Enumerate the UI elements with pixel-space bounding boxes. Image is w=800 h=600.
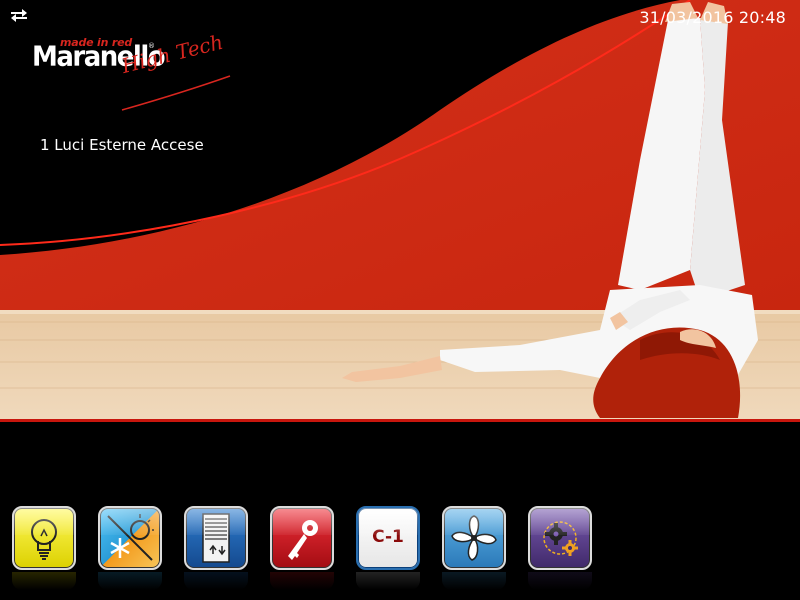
network-arrows-icon[interactable] xyxy=(10,8,28,22)
key-icon xyxy=(288,520,318,560)
scenario-button[interactable]: C-1 xyxy=(356,506,420,570)
main-toolbar: C-1 xyxy=(0,500,800,600)
shutters-button[interactable] xyxy=(184,506,248,570)
home-screen: 31/03/2016 20:48 made in red Maranello ®… xyxy=(0,0,800,600)
ventilation-button[interactable] xyxy=(442,506,506,570)
button-reflection xyxy=(442,572,506,590)
fan-icon xyxy=(451,515,497,561)
light-bulb-icon xyxy=(31,519,57,560)
maranello-logo: made in red Maranello ® High Tech xyxy=(30,30,240,122)
button-reflection xyxy=(98,572,162,590)
button-reflection xyxy=(184,572,248,590)
button-reflection xyxy=(270,572,334,590)
button-reflection xyxy=(528,572,592,590)
c1-icon: C-1 xyxy=(372,527,404,547)
security-button[interactable] xyxy=(270,506,334,570)
settings-button[interactable] xyxy=(528,506,592,570)
status-message: 1 Luci Esterne Accese xyxy=(40,136,204,154)
button-reflection xyxy=(12,572,76,590)
shutter-icon xyxy=(202,513,230,563)
lights-button[interactable] xyxy=(12,506,76,570)
date-time: 31/03/2016 20:48 xyxy=(639,8,786,27)
climate-button[interactable] xyxy=(98,506,162,570)
button-reflection xyxy=(356,572,420,590)
gears-icon xyxy=(543,521,578,556)
sun-snowflake-icon xyxy=(107,514,154,561)
